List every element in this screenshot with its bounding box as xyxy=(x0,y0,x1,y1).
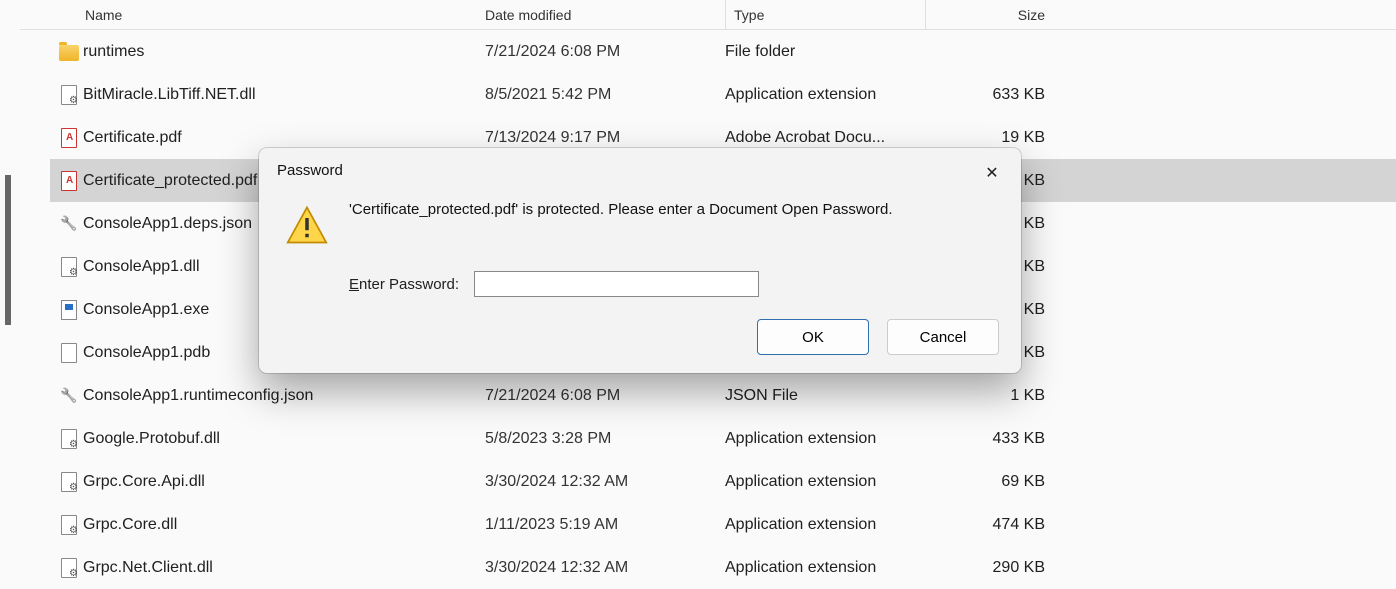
cancel-button[interactable]: Cancel xyxy=(887,319,999,355)
json-icon xyxy=(59,387,79,405)
file-row[interactable]: BitMiracle.LibTiff.NET.dll8/5/2021 5:42 … xyxy=(50,73,1396,116)
file-name: runtimes xyxy=(83,43,485,61)
column-header-size[interactable]: Size xyxy=(925,0,1055,30)
file-type: Application extension xyxy=(725,430,935,448)
file-size: 633 KB xyxy=(935,86,1060,104)
pdf-icon xyxy=(61,171,77,191)
file-name: BitMiracle.LibTiff.NET.dll xyxy=(83,86,485,104)
file-date: 3/30/2024 12:32 AM xyxy=(485,559,725,577)
file-name: Certificate.pdf xyxy=(83,129,485,147)
file-date: 7/21/2024 6:08 PM xyxy=(485,43,725,61)
pdf-icon xyxy=(61,128,77,148)
file-size: 290 KB xyxy=(935,559,1060,577)
dll-icon xyxy=(61,515,77,535)
file-name: Grpc.Net.Client.dll xyxy=(83,559,485,577)
dialog-close-button[interactable]: ✕ xyxy=(977,158,1007,188)
exe-icon xyxy=(61,300,77,320)
file-name: ConsoleApp1.runtimeconfig.json xyxy=(83,387,485,405)
dll-icon xyxy=(61,257,77,277)
password-dialog: Password ✕ 'Certificate_protected.pdf' i… xyxy=(259,148,1021,373)
password-label: Enter Password: xyxy=(349,276,459,293)
json-icon xyxy=(59,215,79,233)
file-size: 474 KB xyxy=(935,516,1060,534)
file-date: 5/8/2023 3:28 PM xyxy=(485,430,725,448)
file-type: JSON File xyxy=(725,387,935,405)
file-type: Adobe Acrobat Docu... xyxy=(725,129,935,147)
file-type: Application extension xyxy=(725,516,935,534)
file-size: 19 KB xyxy=(935,129,1060,147)
file-type: Application extension xyxy=(725,473,935,491)
file-row[interactable]: Grpc.Core.Api.dll3/30/2024 12:32 AMAppli… xyxy=(50,460,1396,503)
file-row[interactable]: runtimes7/21/2024 6:08 PMFile folder xyxy=(50,30,1396,73)
file-type: Application extension xyxy=(725,86,935,104)
dll-icon xyxy=(61,85,77,105)
column-header-date[interactable]: Date modified xyxy=(485,7,725,23)
file-type: Application extension xyxy=(725,559,935,577)
warning-icon xyxy=(284,202,329,247)
file-row[interactable]: Google.Protobuf.dll5/8/2023 3:28 PMAppli… xyxy=(50,417,1396,460)
dll-icon xyxy=(61,429,77,449)
file-size: 1 KB xyxy=(935,387,1060,405)
column-header-type[interactable]: Type xyxy=(725,0,925,30)
file-date: 1/11/2023 5:19 AM xyxy=(485,516,725,534)
file-name: Grpc.Core.Api.dll xyxy=(83,473,485,491)
file-date: 8/5/2021 5:42 PM xyxy=(485,86,725,104)
column-header-name[interactable]: Name xyxy=(50,7,485,23)
dialog-title: Password xyxy=(259,148,1021,189)
dialog-message: 'Certificate_protected.pdf' is protected… xyxy=(349,197,893,247)
file-name: Grpc.Core.dll xyxy=(83,516,485,534)
folder-icon xyxy=(59,45,79,61)
file-date: 3/30/2024 12:32 AM xyxy=(485,473,725,491)
file-date: 7/13/2024 9:17 PM xyxy=(485,129,725,147)
file-row[interactable]: Grpc.Net.Client.dll3/30/2024 12:32 AMApp… xyxy=(50,546,1396,589)
dll-icon xyxy=(61,472,77,492)
close-icon: ✕ xyxy=(985,163,998,183)
dll-icon xyxy=(61,558,77,578)
file-date: 7/21/2024 6:08 PM xyxy=(485,387,725,405)
file-size: 433 KB xyxy=(935,430,1060,448)
column-headers: Name Date modified Type Size xyxy=(20,0,1396,30)
file-row[interactable]: Grpc.Core.dll1/11/2023 5:19 AMApplicatio… xyxy=(50,503,1396,546)
file-icon xyxy=(61,343,77,363)
file-row[interactable]: ConsoleApp1.runtimeconfig.json7/21/2024 … xyxy=(50,374,1396,417)
ok-button[interactable]: OK xyxy=(757,319,869,355)
scroll-indicator xyxy=(5,175,11,325)
file-name: Google.Protobuf.dll xyxy=(83,430,485,448)
file-type: File folder xyxy=(725,43,935,61)
password-input[interactable] xyxy=(474,271,759,297)
file-size: 69 KB xyxy=(935,473,1060,491)
